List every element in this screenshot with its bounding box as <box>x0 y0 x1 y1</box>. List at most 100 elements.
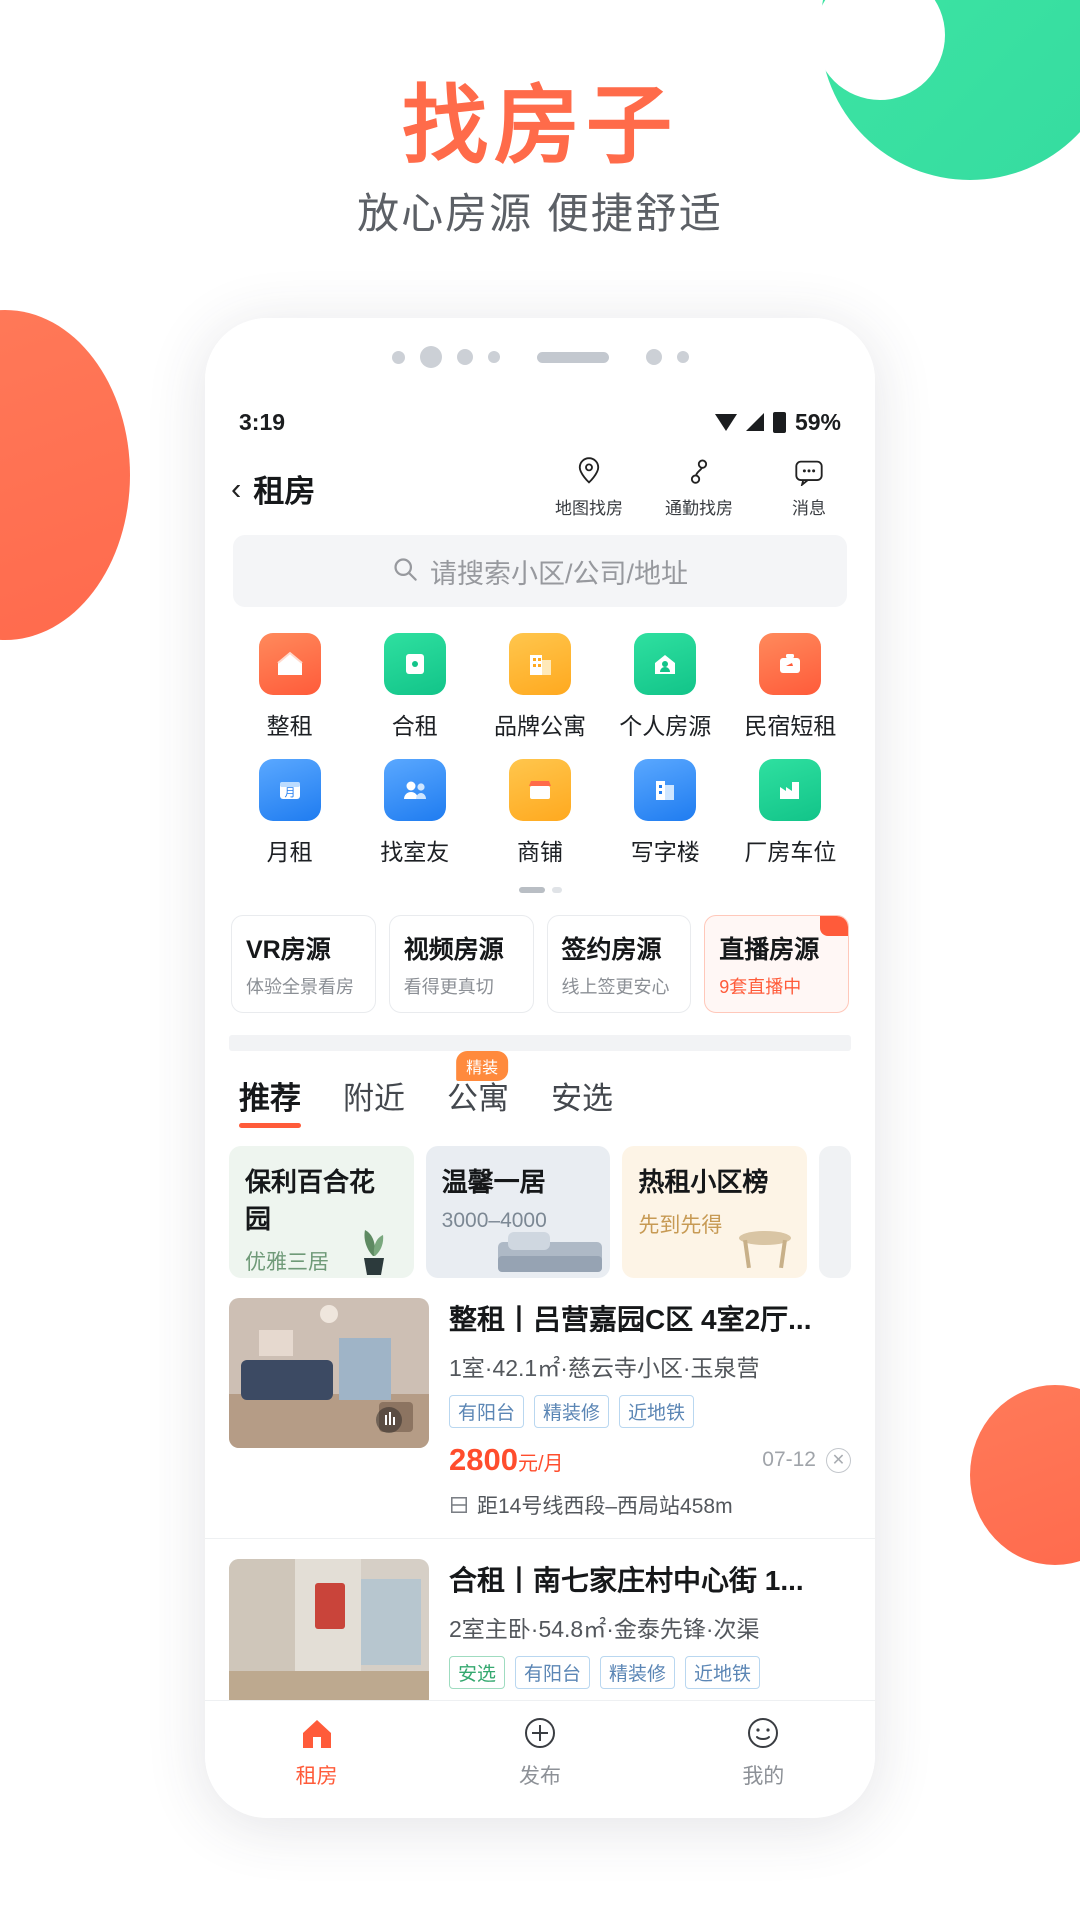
tab-nearby[interactable]: 附近 <box>343 1073 405 1128</box>
bottom-tab-bar: 租房 发布 我的 <box>205 1700 875 1818</box>
section-divider <box>229 1035 851 1051</box>
category-personal-listing[interactable]: 个人房源 <box>603 633 728 741</box>
message-icon <box>794 456 824 488</box>
category-monthly-rent[interactable]: 月 月租 <box>227 759 352 867</box>
category-grid: 整租 合租 品牌公寓 个人房源 民宿短租 月 月租 找室友 商铺 写字楼 厂房车… <box>205 607 875 893</box>
category-office[interactable]: 写字楼 <box>603 759 728 867</box>
smiley-icon <box>748 1718 779 1748</box>
bottom-tab-publish[interactable]: 发布 <box>518 1713 562 1790</box>
listing-tag: 有阳台 <box>449 1395 525 1428</box>
tab-label: 安选 <box>551 1081 613 1116</box>
promo-vr[interactable]: VR房源 体验全景看房 <box>231 915 376 1013</box>
listing-title: 合租丨南七家庄村中心街 1... <box>449 1565 804 1596</box>
category-hezu[interactable]: 合租 <box>352 633 477 741</box>
promo-contract[interactable]: 签约房源 线上签更安心 <box>546 915 692 1013</box>
shared-room-icon <box>383 633 446 695</box>
nav-item-label: 消息 <box>792 499 826 518</box>
bed-illustration <box>498 1232 603 1272</box>
decorative-orange-blob-right <box>970 1385 1080 1565</box>
search-placeholder: 请搜索小区/公司/地址 <box>429 558 688 589</box>
bottom-tab-rent[interactable]: 租房 <box>295 1713 339 1790</box>
nav-item-messages[interactable]: 消息 <box>773 456 845 519</box>
feature-card-cozy[interactable]: 温馨一居 3000–4000 <box>425 1146 611 1278</box>
plus-circle-icon <box>524 1718 555 1748</box>
nav-item-label: 地图找房 <box>555 499 623 518</box>
promo-subtitle: 体验全景看房 <box>246 977 354 997</box>
listing-tag: 近地铁 <box>619 1395 695 1428</box>
bottom-tab-mine[interactable]: 我的 <box>741 1713 785 1790</box>
bottom-tab-label: 发布 <box>518 1765 561 1788</box>
tab-anxuan[interactable]: 安选 <box>551 1073 613 1128</box>
category-find-roommate[interactable]: 找室友 <box>352 759 477 867</box>
listing-subway-text: 距14号线西段–西局站458m <box>477 1495 733 1518</box>
notch-dot <box>456 349 473 365</box>
nav-item-map-search[interactable]: 地图找房 <box>553 456 625 519</box>
building-icon <box>509 633 571 695</box>
promo-subtitle: 看得更真切 <box>403 977 494 997</box>
table-illustration <box>739 1231 792 1269</box>
commute-icon <box>685 456 713 488</box>
nav-item-commute-search[interactable]: 通勤找房 <box>663 456 735 519</box>
promo-title: 签约房源 <box>561 936 662 964</box>
category-label: 民宿短租 <box>744 713 837 739</box>
listing-thumbnail <box>229 1298 429 1448</box>
tab-recommend[interactable]: 推荐 <box>239 1073 301 1128</box>
category-label: 合租 <box>391 713 438 739</box>
tab-label: 推荐 <box>239 1081 301 1116</box>
promo-subtitle: 9套直播中 <box>719 977 802 997</box>
category-label: 个人房源 <box>619 713 712 739</box>
notch-dot <box>645 349 662 365</box>
listing-row-1[interactable]: 整租丨吕营嘉园C区 4室2厅... 1室·42.1㎡·慈云寺小区·玉泉营 有阳台… <box>205 1278 875 1539</box>
search-bar[interactable]: 请搜索小区/公司/地址 <box>233 535 847 607</box>
back-button[interactable]: ‹ <box>231 473 241 504</box>
feature-card-row: 保利百合花园 优雅三居 温馨一居 3000–4000 热租小区榜 先到先得 <box>205 1128 875 1278</box>
listing-thumbnail <box>229 1559 429 1709</box>
listing-tag: 安选 <box>449 1656 506 1689</box>
listing-tag: 近地铁 <box>685 1656 761 1689</box>
close-icon[interactable]: ✕ <box>826 1447 851 1473</box>
feature-card-baoli[interactable]: 保利百合花园 优雅三居 <box>229 1146 414 1278</box>
pager-dot-active <box>518 887 545 893</box>
phone-screen: 3:19 59% ‹ 租房 地图找房 通勤找房 消息 请搜索小区/公司/地址 整… <box>205 396 875 1818</box>
category-zhengzu[interactable]: 整租 <box>227 633 352 741</box>
category-brand-apartment[interactable]: 品牌公寓 <box>477 633 602 741</box>
battery-percent: 59% <box>794 408 841 435</box>
page-root: 找房子 放心房源 便捷舒适 3:19 59% ‹ 租房 地图找房 通勤找房 消息… <box>0 0 1080 1920</box>
listing-price-value: 2800 <box>449 1442 518 1477</box>
notch-dot <box>676 351 689 363</box>
feature-card-hot-list[interactable]: 热租小区榜 先到先得 <box>622 1146 808 1278</box>
live-badge-icon <box>820 916 848 936</box>
subway-icon <box>451 1497 467 1513</box>
page-subtitle: 放心房源 便捷舒适 <box>357 190 723 237</box>
category-label: 找室友 <box>380 839 450 865</box>
category-label: 月租 <box>266 839 313 865</box>
app-nav-bar: ‹ 租房 地图找房 通勤找房 消息 <box>205 448 875 525</box>
house-icon <box>258 633 321 695</box>
promo-live[interactable]: 直播房源 9套直播中 <box>704 915 849 1013</box>
nav-item-label: 通勤找房 <box>665 499 733 518</box>
category-short-rent[interactable]: 民宿短租 <box>728 633 853 741</box>
tab-badge: 精装 <box>456 1051 509 1081</box>
page-title: 找房子 <box>402 76 678 176</box>
category-factory-parking[interactable]: 厂房车位 <box>728 759 853 867</box>
category-row-2: 月 月租 找室友 商铺 写字楼 厂房车位 <box>227 759 853 885</box>
listing-date: 07-12 <box>762 1448 816 1471</box>
pager-dot <box>551 887 562 893</box>
feature-card-next-peek[interactable] <box>819 1146 852 1278</box>
phone-notch-bar <box>205 318 875 396</box>
nav-title: 租房 <box>253 474 316 509</box>
category-shop[interactable]: 商铺 <box>477 759 602 867</box>
listing-tag: 精装修 <box>534 1395 610 1428</box>
notch-dot <box>391 350 405 364</box>
storefront-icon <box>509 759 571 821</box>
person-house-icon <box>634 633 697 695</box>
promo-subtitle: 线上签更安心 <box>561 977 670 997</box>
feature-card-title: 热租小区榜 <box>638 1167 769 1197</box>
calendar-month-icon: 月 <box>258 759 321 821</box>
status-time: 3:19 <box>239 408 286 435</box>
decorative-orange-blob-left <box>0 310 130 640</box>
tab-apartment[interactable]: 精装 公寓 <box>447 1051 509 1128</box>
feature-card-title: 温馨一居 <box>441 1167 546 1197</box>
promo-video[interactable]: 视频房源 看得更真切 <box>388 915 534 1013</box>
phone-speaker <box>536 351 609 363</box>
